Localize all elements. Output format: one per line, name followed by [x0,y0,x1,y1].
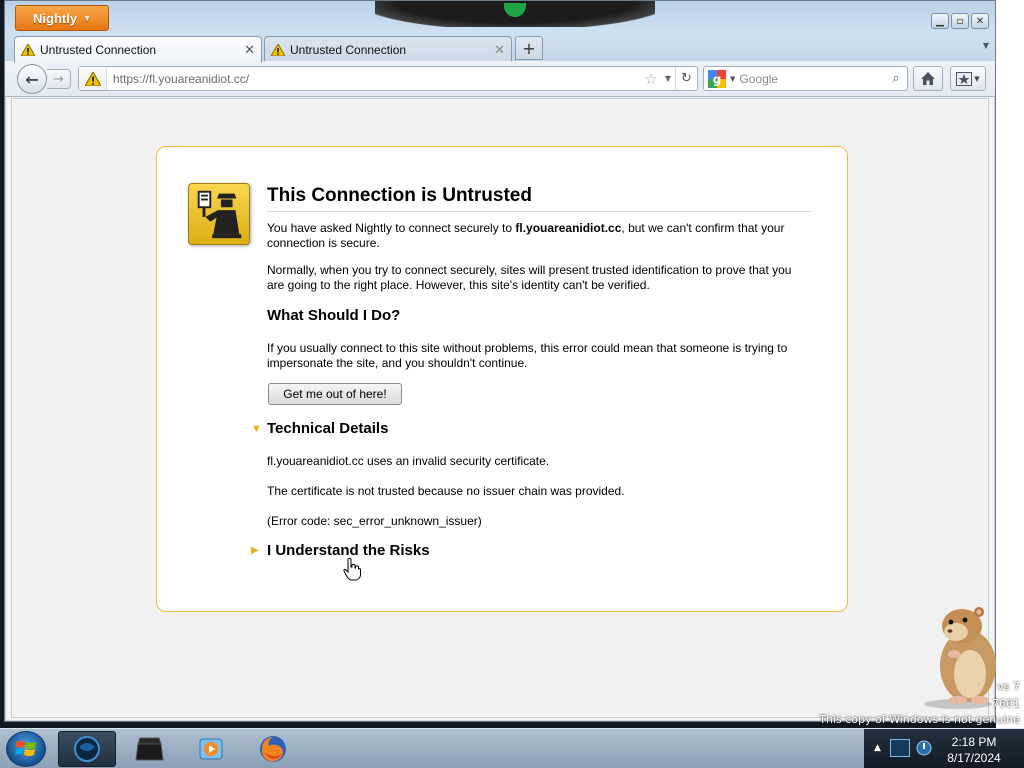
close-tab-icon[interactable]: ✕ [244,42,255,58]
triangle-right-icon[interactable]: ▶ [251,545,259,556]
search-icon[interactable]: ⌕ [885,71,907,86]
home-icon [921,72,935,85]
get-me-out-button[interactable]: Get me out of here! [268,383,402,405]
system-tray: ▲ 2:18 PM 8/17/2024 [864,729,1024,768]
taskbar-app-firefox[interactable] [244,731,302,767]
url-bar[interactable]: https://fl.youareanidiot.cc/ ☆ ▼ ↻ [78,66,698,91]
bookmark-star-icon[interactable]: ☆ [641,70,661,88]
untrusted-connection-panel: This Connection is Untrusted You have as… [156,146,848,612]
page-content: This Connection is Untrusted You have as… [11,98,989,718]
intro-host: fl.youareanidiot.cc [515,221,622,235]
reload-icon[interactable]: ↻ [675,67,697,90]
bookmarks-icon [956,71,973,86]
show-hidden-icons-icon[interactable]: ▲ [874,743,881,753]
google-engine-icon[interactable]: g [708,69,726,88]
list-all-tabs-icon[interactable]: ▼ [983,41,989,50]
tech-detail-line: The certificate is not trusted because n… [267,484,625,498]
page-title: This Connection is Untrusted [267,185,811,212]
hand-cursor-icon [343,557,361,581]
folder-icon [135,737,164,761]
hamster-desktop-pet[interactable] [920,604,1010,710]
tab-untrusted-connection-1[interactable]: Untrusted Connection ✕ [14,36,262,63]
search-bar[interactable]: g ▼ Google ⌕ [703,66,908,91]
what-should-i-do-heading: What Should I Do? [267,307,401,324]
title-bar[interactable]: Nightly ▼ ▁ ▫ ✕ [5,1,995,33]
tab-bar: Untrusted Connection ✕ Untrusted Connect… [5,33,995,63]
chevron-down-icon: ▼ [83,13,91,23]
svg-text:g: g [713,72,722,86]
taskbar: ▲ 2:18 PM 8/17/2024 [0,728,1024,768]
warning-icon [21,44,35,56]
warning-icon [271,43,285,56]
chevron-down-icon[interactable]: ▼ [730,75,735,83]
triangle-down-icon[interactable]: ▼ [251,423,262,435]
app-menu-button[interactable]: Nightly ▼ [15,5,109,31]
normally-text: Normally, when you try to connect secure… [267,263,792,292]
chevron-down-icon: ▼ [974,74,980,83]
close-window-icon[interactable]: ✕ [971,13,989,29]
tech-detail-line: fl.youareanidiot.cc uses an invalid secu… [267,454,550,468]
intro-text: You have asked Nightly to connect secure… [267,221,807,251]
firefox-icon [260,736,286,762]
watermark-line: This copy of Windows is not genuine [819,713,1020,726]
network-icon[interactable] [890,739,910,757]
tab-label: Untrusted Connection [290,42,407,57]
url-input[interactable]: https://fl.youareanidiot.cc/ [107,72,641,86]
error-code-text: (Error code: sec_error_unknown_issuer) [267,514,482,528]
certificate-officer-icon [188,183,250,245]
browser-globe-icon [74,736,100,762]
back-button[interactable]: ← [17,64,47,94]
url-history-dropdown-icon[interactable]: ▼ [661,74,675,83]
system-clock[interactable]: 2:18 PM 8/17/2024 [934,734,1014,766]
taskbar-app-media-player[interactable] [182,731,240,767]
action-center-icon[interactable] [916,739,932,757]
intro-prefix: You have asked Nightly to connect secure… [267,221,516,235]
search-input[interactable]: Google [739,72,885,86]
home-button[interactable] [913,66,943,91]
tab-untrusted-connection-2[interactable]: Untrusted Connection ✕ [264,36,512,62]
what-should-i-do-text: If you usually connect to this site with… [267,341,788,370]
forward-button[interactable]: → [47,69,71,89]
browser-window: Nightly ▼ ▁ ▫ ✕ Untrusted Connection ✕ U… [4,0,996,722]
bookmarks-menu-button[interactable]: ▼ [950,66,986,91]
close-tab-icon[interactable]: ✕ [494,42,505,58]
clock-date: 8/17/2024 [947,751,1001,765]
media-player-icon [199,738,223,760]
technical-details-heading[interactable]: Technical Details [267,420,388,437]
navigation-toolbar: ← → https://fl.youareanidiot.cc/ ☆ ▼ ↻ g… [5,61,995,97]
taskbar-app-browser[interactable] [58,731,116,767]
start-button[interactable] [6,731,46,767]
minimize-icon[interactable]: ▁ [931,13,949,29]
taskbar-app-explorer[interactable] [121,731,179,767]
site-identity-button[interactable] [79,67,107,90]
tab-label: Untrusted Connection [40,43,157,57]
windows-logo-icon [15,741,36,756]
clock-time: 2:18 PM [951,735,997,749]
app-menu-label: Nightly [33,10,78,26]
new-tab-button[interactable]: + [515,36,543,60]
maximize-icon[interactable]: ▫ [951,13,969,29]
warning-icon [84,71,101,86]
window-controls: ▁ ▫ ✕ [931,13,989,29]
